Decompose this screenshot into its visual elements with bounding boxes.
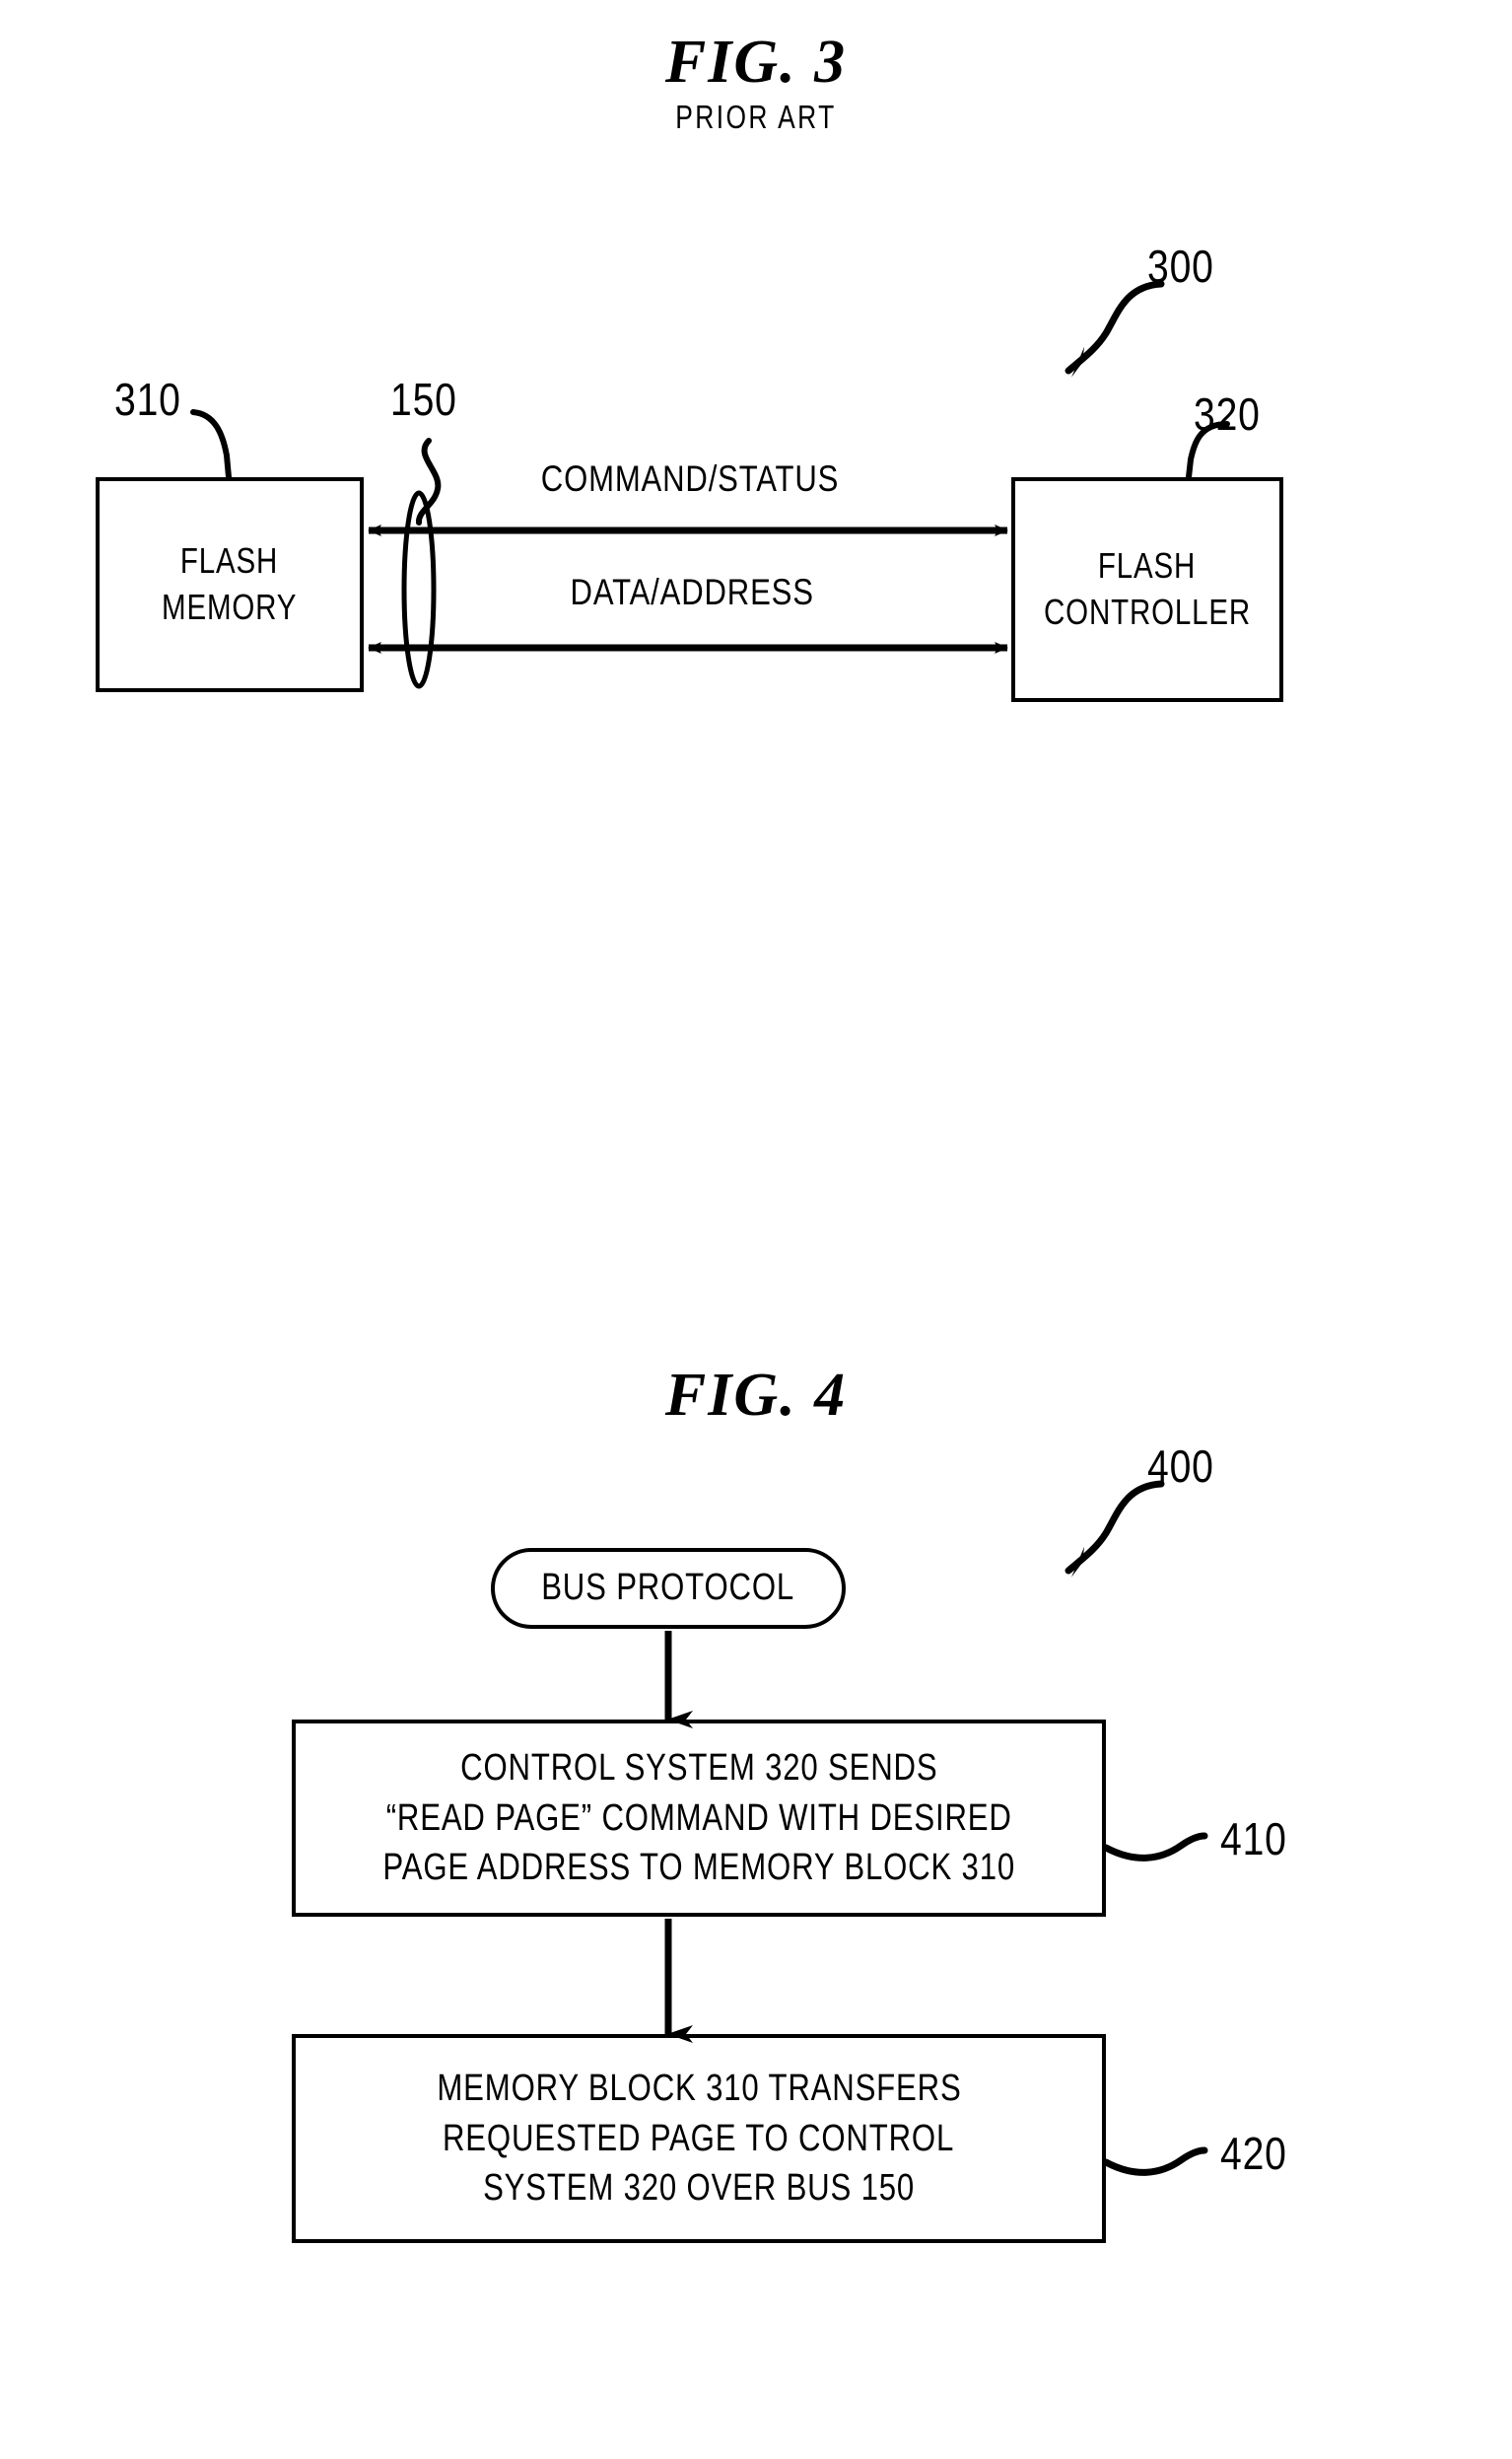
- step-410-line-1: CONTROL SYSTEM 320 SENDS: [459, 1747, 938, 1790]
- figure-3-title: FIG. 3: [664, 29, 848, 96]
- figure-3-subtitle-prior-art: PRIOR ART: [675, 99, 837, 135]
- reference-numeral-410: 410: [1219, 1813, 1287, 1864]
- flowchart-start-bus-protocol: BUS PROTOCOL: [491, 1548, 846, 1629]
- step-410-line-3: PAGE ADDRESS TO MEMORY BLOCK 310: [382, 1847, 1015, 1889]
- leader-line-410: [1102, 1832, 1208, 1862]
- flash-memory-label-line1: FLASH: [180, 540, 279, 582]
- flowchart-step-410: CONTROL SYSTEM 320 SENDS “READ PAGE” COM…: [292, 1720, 1106, 1917]
- flash-controller-label-line2: CONTROLLER: [1044, 592, 1251, 632]
- reference-numeral-150: 150: [389, 374, 457, 425]
- flash-controller-block: FLASH CONTROLLER: [1011, 477, 1283, 702]
- data-address-signal-label: DATA/ADDRESS: [570, 572, 814, 612]
- flash-memory-block: FLASH MEMORY: [96, 477, 364, 692]
- figure-300-callout-arrow: [1065, 280, 1165, 378]
- figure-400-callout-arrow: [1065, 1480, 1165, 1578]
- bus-150-ellipse: [401, 490, 437, 689]
- leader-line-310: [190, 409, 232, 480]
- step-420-line-1: MEMORY BLOCK 310 TRANSFERS: [436, 2068, 962, 2110]
- reference-numeral-400: 400: [1146, 1440, 1214, 1492]
- leader-line-420: [1102, 2146, 1208, 2176]
- flowchart-step-420: MEMORY BLOCK 310 TRANSFERS REQUESTED PAG…: [292, 2034, 1106, 2243]
- reference-numeral-420: 420: [1219, 2128, 1287, 2179]
- reference-numeral-320: 320: [1193, 388, 1261, 440]
- leader-line-150: [416, 438, 442, 526]
- reference-numeral-310: 310: [113, 374, 181, 425]
- reference-numeral-300: 300: [1146, 241, 1214, 292]
- flash-controller-label-line1: FLASH: [1098, 545, 1197, 587]
- step-410-line-2: “READ PAGE” COMMAND WITH DESIRED: [385, 1796, 1012, 1839]
- command-status-signal-label: COMMAND/STATUS: [540, 458, 840, 499]
- step-420-line-3: SYSTEM 320 OVER BUS 150: [483, 2167, 915, 2210]
- patent-drawing-sheet: FIG. 3 PRIOR ART FLASH MEMORY FLASH CONT…: [0, 0, 1512, 2459]
- step-420-line-2: REQUESTED PAGE TO CONTROL: [443, 2117, 955, 2159]
- flash-memory-label-line2: MEMORY: [162, 587, 298, 627]
- figure-4-title: FIG. 4: [664, 1362, 848, 1429]
- bus-protocol-label: BUS PROTOCOL: [541, 1567, 795, 1609]
